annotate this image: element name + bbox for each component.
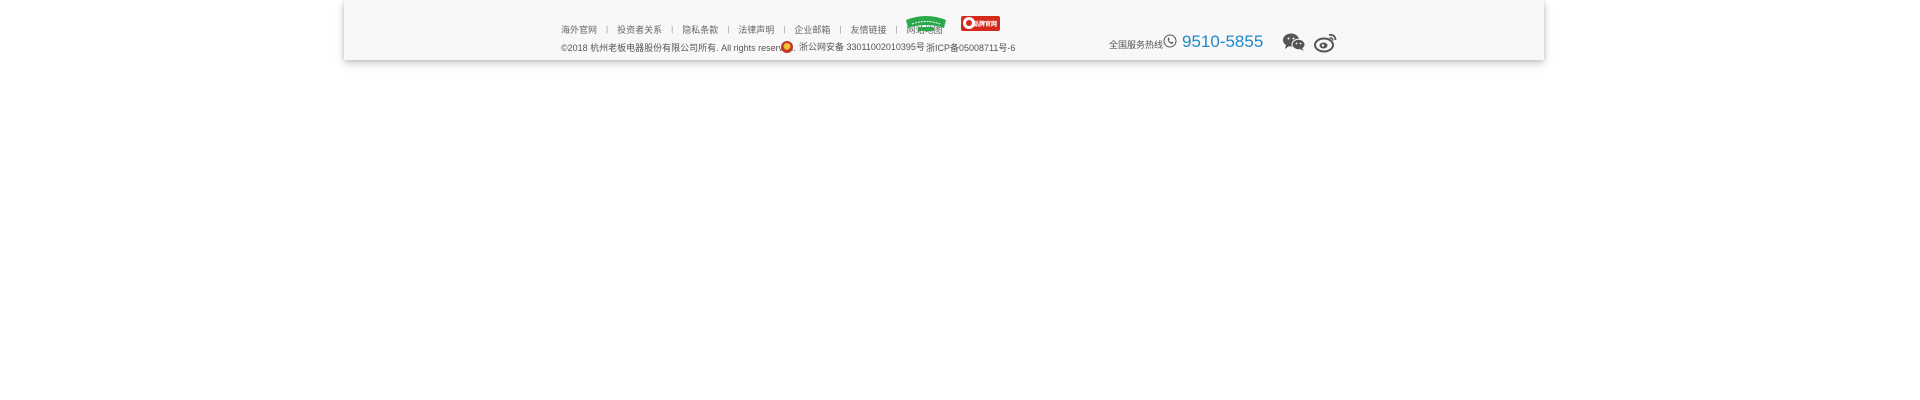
footer-link-mail[interactable]: 企业邮箱 bbox=[794, 23, 830, 36]
nav-separator: | bbox=[727, 25, 730, 34]
footer-link-legal[interactable]: 法律声明 bbox=[738, 23, 774, 36]
footer-nav: 海外官网 | 投资者关系 | 隐私条款 | 法律声明 | 企业邮箱 | 友情链接… bbox=[561, 23, 943, 36]
footer-link-privacy[interactable]: 隐私条款 bbox=[682, 23, 718, 36]
wechat-icon[interactable] bbox=[1282, 32, 1306, 52]
brand-official-badge-text: 品牌官网 bbox=[972, 22, 997, 28]
footer-link-friends[interactable]: 友情链接 bbox=[850, 23, 886, 36]
site-footer: 海外官网 | 投资者关系 | 隐私条款 | 法律声明 | 企业邮箱 | 友情链接… bbox=[344, 0, 1544, 60]
police-record[interactable]: 浙公网安备 33011002010395号 bbox=[781, 40, 925, 53]
nav-separator: | bbox=[671, 25, 674, 34]
copyright-text: ©2018 杭州老板电器股份有限公司所有. All rights reserve… bbox=[561, 43, 796, 53]
nav-separator: | bbox=[606, 25, 609, 34]
police-emblem-icon bbox=[781, 40, 793, 53]
nav-separator: | bbox=[783, 25, 786, 34]
weibo-icon[interactable] bbox=[1314, 31, 1338, 53]
footer-link-investor-relations[interactable]: 投资者关系 bbox=[617, 23, 662, 36]
nav-separator: | bbox=[839, 25, 842, 34]
footer-link-overseas[interactable]: 海外官网 bbox=[561, 23, 597, 36]
police-record-text: 浙公网安备 33011002010395号 bbox=[799, 42, 925, 52]
verified-site-badge-icon[interactable] bbox=[904, 14, 948, 32]
hotline-label: 全国服务热线 bbox=[1109, 40, 1164, 50]
hotline-number: 9510-5855 bbox=[1182, 32, 1264, 51]
phone-icon bbox=[1163, 34, 1177, 48]
brand-official-badge[interactable]: 品牌官网 bbox=[961, 16, 1000, 31]
nav-separator: | bbox=[895, 25, 898, 34]
icp-record[interactable]: 浙ICP备05008711号-6 bbox=[926, 41, 1015, 54]
brand-logo-icon bbox=[963, 17, 975, 29]
